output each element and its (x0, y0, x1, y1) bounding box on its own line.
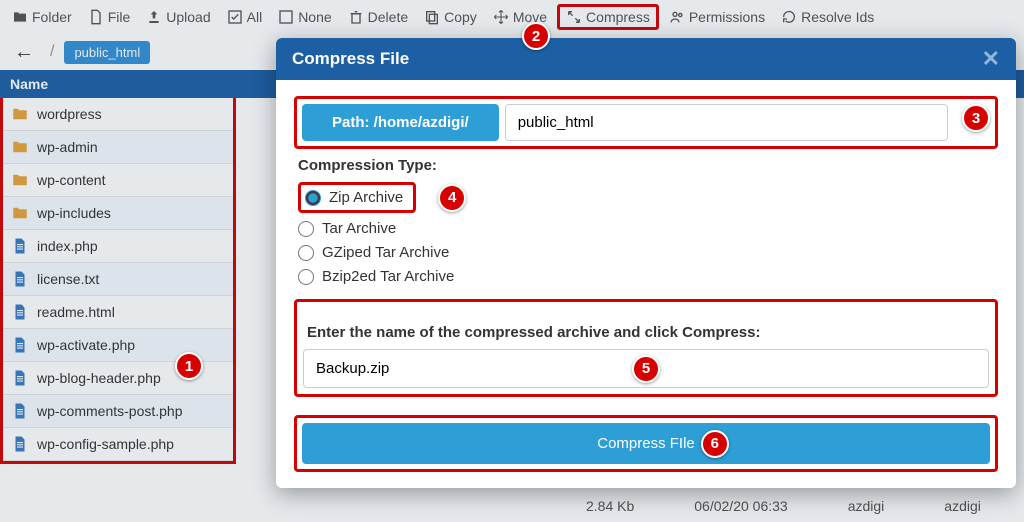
compress-button-wrap: Compress FIle 6 (294, 415, 998, 472)
file-list: wordpress wp-admin wp-content wp-includes in… (0, 98, 236, 464)
cell-size: 2.84 Kb (556, 498, 664, 514)
path-input[interactable] (505, 104, 948, 141)
file-name: wordpress (37, 106, 102, 122)
file-row[interactable]: wp-config-sample.php (3, 428, 233, 461)
callout-5: 5 (632, 355, 660, 383)
cell-date: 06/02/20 06:33 (664, 498, 817, 514)
file-name: wp-blog-header.php (37, 370, 161, 386)
compress-modal: Compress File ✕ Path: /home/azdigi/ 3 Co… (276, 38, 1016, 488)
users-icon (669, 9, 685, 25)
modal-title: Compress File (292, 49, 409, 69)
back-button[interactable]: ← (8, 39, 40, 66)
column-name: Name (10, 76, 48, 92)
toolbar-delete[interactable]: Delete (342, 7, 414, 27)
compression-type-label: Compression Type: (298, 157, 998, 174)
path-label: Path: /home/azdigi/ (302, 104, 499, 141)
toolbar-compress[interactable]: Compress (557, 4, 659, 30)
toolbar-upload[interactable]: Upload (140, 7, 216, 27)
file-name: wp-activate.php (37, 337, 135, 353)
file-name: wp-comments-post.php (37, 403, 183, 419)
file-row[interactable]: wp-comments-post.php (3, 395, 233, 428)
callout-1: 1 (175, 352, 203, 380)
file-row[interactable]: index.php (3, 230, 233, 263)
file-name: wp-includes (37, 205, 111, 221)
toolbar-all[interactable]: All (221, 7, 269, 27)
table-row-detail: 2.84 Kb 06/02/20 06:33 azdigi azdigi (236, 489, 1024, 522)
file-name: wp-config-sample.php (37, 436, 174, 452)
path-row: Path: /home/azdigi/ 3 (294, 96, 998, 149)
close-icon[interactable]: ✕ (982, 46, 1000, 72)
refresh-icon (781, 9, 797, 25)
folder-icon (12, 9, 28, 25)
copy-icon (424, 9, 440, 25)
file-row[interactable]: license.txt (3, 263, 233, 296)
callout-3: 3 (962, 104, 990, 132)
move-icon (493, 9, 509, 25)
file-row[interactable]: wp-includes (3, 197, 233, 230)
toolbar: Folder File Upload All None Delete Copy … (0, 0, 1024, 34)
archive-name-label: Enter the name of the compressed archive… (303, 322, 989, 349)
file-name: wp-content (37, 172, 105, 188)
toolbar-permissions[interactable]: Permissions (663, 7, 771, 27)
trash-icon (348, 9, 364, 25)
cell-owner: azdigi (818, 498, 915, 514)
toolbar-copy[interactable]: Copy (418, 7, 483, 27)
breadcrumb-separator: / (50, 43, 54, 61)
modal-header: Compress File ✕ (276, 38, 1016, 80)
file-name: wp-admin (37, 139, 98, 155)
upload-icon (146, 9, 162, 25)
toolbar-file[interactable]: File (82, 7, 137, 27)
file-name: license.txt (37, 271, 99, 287)
toolbar-none[interactable]: None (272, 7, 337, 27)
file-icon (88, 9, 104, 25)
file-name: index.php (37, 238, 98, 254)
radio-bzip2[interactable] (298, 269, 314, 285)
radio-zip[interactable] (305, 190, 321, 206)
callout-2: 2 (522, 22, 550, 50)
compression-type-group: Zip Archive4 Tar Archive GZiped Tar Arch… (298, 182, 998, 285)
file-row[interactable]: readme.html (3, 296, 233, 329)
radio-gzip[interactable] (298, 245, 314, 261)
cell-group: azdigi (914, 498, 1011, 514)
radio-tar[interactable] (298, 221, 314, 237)
toolbar-folder[interactable]: Folder (6, 7, 78, 27)
file-row[interactable]: wp-admin (3, 131, 233, 164)
callout-6: 6 (701, 430, 729, 458)
compress-icon (566, 9, 582, 25)
toolbar-resolve[interactable]: Resolve Ids (775, 7, 880, 27)
file-row[interactable]: wordpress (3, 98, 233, 131)
breadcrumb-current[interactable]: public_html (64, 41, 150, 64)
compress-button[interactable]: Compress FIle (302, 423, 990, 464)
square-icon (278, 9, 294, 25)
callout-4: 4 (438, 184, 466, 212)
file-row[interactable]: wp-content (3, 164, 233, 197)
check-square-icon (227, 9, 243, 25)
file-name: readme.html (37, 304, 115, 320)
archive-name-section: Enter the name of the compressed archive… (294, 299, 998, 397)
